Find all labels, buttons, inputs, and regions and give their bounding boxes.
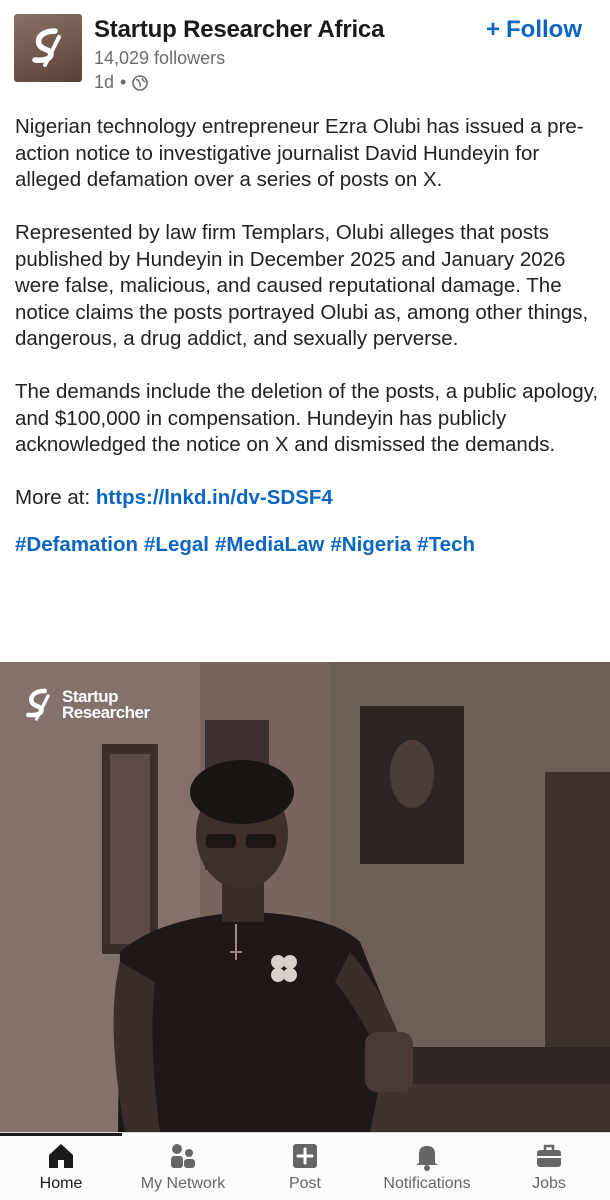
hashtag-list: #Defamation #Legal #MediaLaw #Nigeria #Tech bbox=[15, 532, 600, 559]
nav-item-post[interactable]: Post bbox=[244, 1133, 366, 1200]
nav-label: Post bbox=[288, 1175, 321, 1192]
more-link[interactable]: https://lnkd.in/dv-SDSF4 bbox=[96, 486, 333, 509]
watermark-text: Startup Researcher bbox=[62, 688, 150, 722]
post-age: 1d bbox=[94, 72, 115, 92]
post-header: Startup Researcher Africa 14,029 followe… bbox=[0, 0, 610, 100]
nav-label: Jobs bbox=[532, 1175, 566, 1192]
photo-scene bbox=[0, 662, 610, 1132]
nav-item-jobs[interactable]: Jobs bbox=[488, 1133, 610, 1200]
post-icon bbox=[293, 1144, 317, 1168]
hashtag[interactable]: #MediaLaw bbox=[215, 533, 324, 556]
follow-label: Follow bbox=[506, 16, 582, 43]
author-name[interactable]: Startup Researcher Africa bbox=[94, 16, 384, 44]
company-logo-avatar[interactable] bbox=[14, 14, 82, 82]
briefcase-icon bbox=[537, 1144, 561, 1167]
more-line: More at: https://lnkd.in/dv-SDSF4 bbox=[15, 485, 600, 512]
network-icon bbox=[171, 1144, 195, 1168]
post-paragraph: Represented by law firm Templars, Olubi … bbox=[15, 221, 589, 350]
post-image[interactable]: Startup Researcher bbox=[0, 662, 610, 1132]
plus-icon: + bbox=[486, 16, 501, 43]
hashtag[interactable]: #Tech bbox=[417, 533, 475, 556]
more-prefix: More at: bbox=[15, 486, 91, 509]
hashtag[interactable]: #Defamation bbox=[15, 533, 138, 556]
nav-item-home[interactable]: Home bbox=[0, 1133, 122, 1200]
globe-icon bbox=[132, 74, 149, 91]
post-body: Nigerian technology entrepreneur Ezra Ol… bbox=[15, 114, 600, 559]
bottom-nav: Home My Network Post Notifications Jobs bbox=[0, 1132, 610, 1200]
bell-icon bbox=[416, 1146, 438, 1171]
post-paragraph: The demands include the deletion of the … bbox=[15, 380, 599, 456]
dot-separator: • bbox=[120, 72, 127, 92]
nav-label: My Network bbox=[140, 1175, 226, 1192]
hashtag[interactable]: #Nigeria bbox=[330, 533, 411, 556]
nav-item-notifications[interactable]: Notifications bbox=[366, 1133, 488, 1200]
watermark-logo-icon bbox=[25, 688, 50, 721]
nav-item-my-network[interactable]: My Network bbox=[122, 1133, 244, 1200]
startup-researcher-logo-icon bbox=[32, 28, 61, 67]
watermark-line: Researcher bbox=[62, 703, 150, 722]
hashtag[interactable]: #Legal bbox=[144, 533, 209, 556]
follower-count: 14,029 followers bbox=[94, 48, 226, 68]
home-icon bbox=[49, 1144, 73, 1168]
post-meta: 1d • bbox=[94, 72, 149, 93]
post-paragraph: Nigerian technology entrepreneur Ezra Ol… bbox=[15, 115, 584, 191]
follow-button[interactable]: + Follow bbox=[486, 16, 582, 44]
nav-label: Home bbox=[39, 1175, 83, 1192]
nav-label: Notifications bbox=[383, 1175, 471, 1192]
image-watermark: Startup Researcher bbox=[20, 686, 150, 724]
